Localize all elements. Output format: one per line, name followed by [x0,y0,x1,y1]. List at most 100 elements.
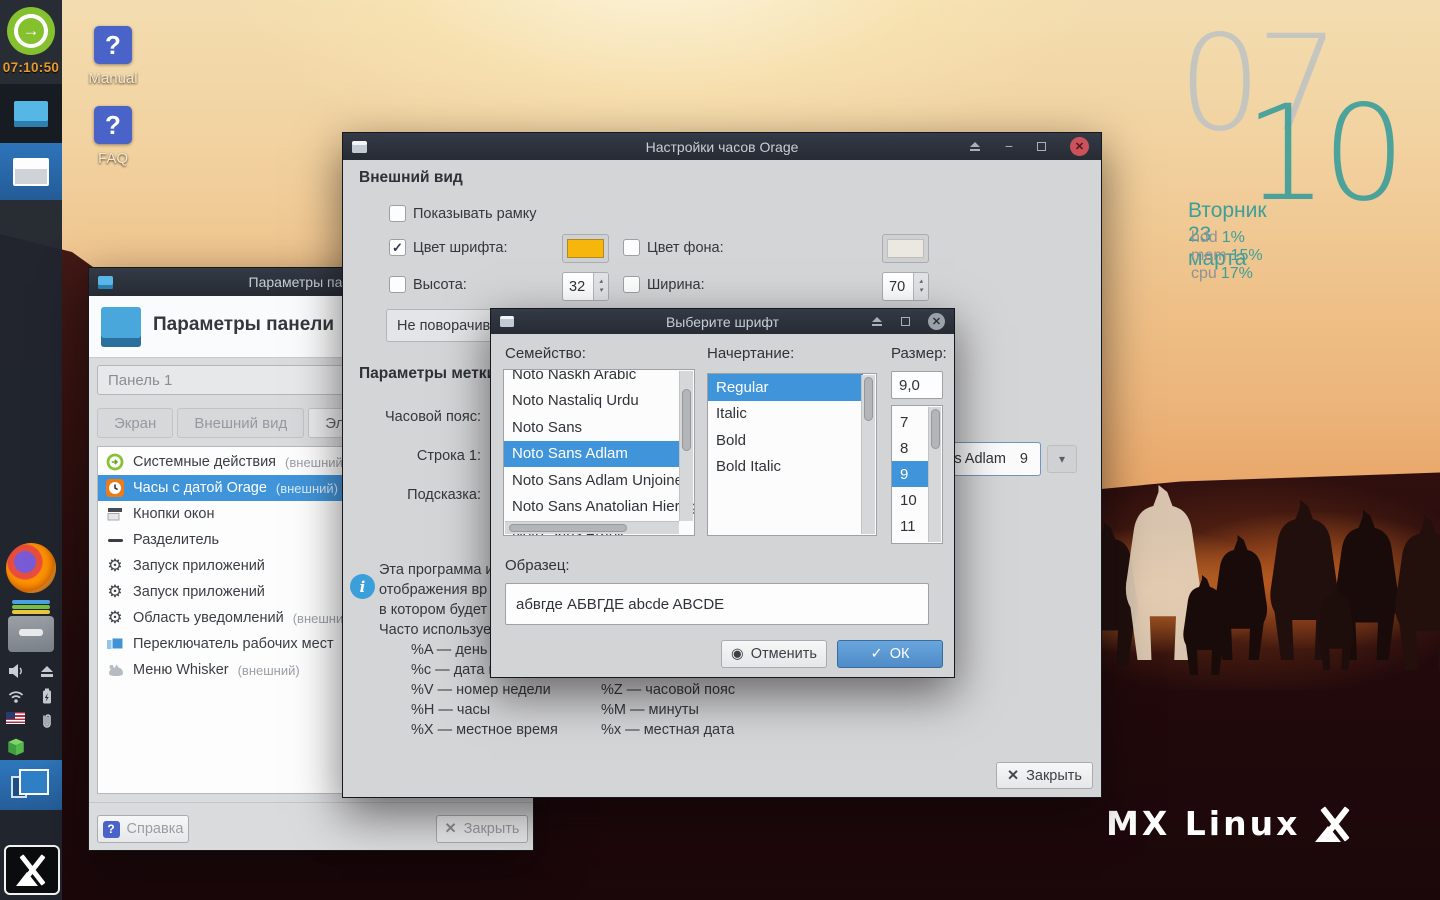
family-list: Noto Naskh Arabic Noto Nastaliq Urdu Not… [503,369,695,536]
keyboard-layout-us-flag-icon[interactable] [6,712,25,724]
item-suffix: (внешний) [285,455,347,470]
style-option[interactable]: Bold [708,427,863,454]
mx-logo-icon [15,854,49,886]
maximize-icon[interactable] [1037,142,1046,151]
panel-clock[interactable]: 07:10:50 [0,60,62,75]
shade-icon[interactable] [871,317,883,326]
titlebar-buttons: − ✕ [969,137,1089,156]
clipboard-paperclip-icon[interactable] [38,712,56,730]
vertical-scrollbar[interactable] [861,375,875,534]
bg-color-label: Цвет фона: [647,240,724,256]
minimize-icon[interactable]: − [1005,142,1013,151]
spin-arrows-icon[interactable]: ▴▾ [913,273,928,300]
style-option[interactable]: Bold Italic [708,454,863,481]
height-checkbox[interactable] [389,276,406,293]
style-label: Начертание: [707,345,794,362]
gear-icon: ⚙ [106,609,124,627]
maximize-icon[interactable] [901,317,910,326]
file-manager-icon[interactable] [8,600,54,654]
wifi-icon[interactable] [7,687,25,705]
size-option[interactable]: 7 [892,409,930,435]
family-option[interactable]: Noto Sans [504,414,680,441]
item-suffix: (внешний) [276,481,338,496]
size-option[interactable]: 8 [892,435,930,461]
close-icon[interactable]: ✕ [928,313,945,330]
size-input[interactable]: 9,0 [891,371,943,399]
size-option[interactable]: 10 [892,487,930,513]
bg-color-checkbox[interactable] [623,239,640,256]
mx-linux-logo: MX Linux [1106,804,1354,843]
question-icon: ? [103,821,120,838]
sample-text: абвгде АБВГДЕ abcde ABCDE [516,596,724,613]
window-icon [14,101,48,127]
radio-icon: ◉ [731,646,744,662]
close-button[interactable]: ✕ Закрыть [436,815,528,843]
system-actions-button[interactable]: → [7,7,55,55]
close-icon[interactable]: ✕ [1070,137,1089,156]
file-manager-tabs-decoration [8,600,54,616]
titlebar[interactable]: Выберите шрифт ✕ [491,309,954,334]
package-installer-icon[interactable] [6,737,26,757]
height-label: Высота: [413,277,467,293]
line1-label: Строка 1: [343,448,481,464]
family-option[interactable]: Noto Nastaliq Urdu [504,388,680,415]
family-option[interactable]: Noto Sans Adlam Unjoined [504,467,680,494]
tab-display[interactable]: Экран [97,408,173,438]
style-list: Regular Italic Bold Bold Italic [707,373,877,536]
task-button-active-window[interactable] [0,143,62,200]
horizontal-scrollbar[interactable] [505,521,679,534]
taskbar-panel: → 07:10:50 [0,0,62,900]
family-option[interactable]: Noto Sans Anatolian Hieroglyphs [504,494,680,521]
size-list: 7 8 9 10 11 [891,405,943,544]
workspace-switcher-icon [106,635,124,653]
font-color-checkbox[interactable] [389,239,406,256]
tab-appearance[interactable]: Внешний вид [177,408,304,438]
workspace-switcher-button[interactable] [0,760,62,810]
ok-button[interactable]: ✓ ОК [837,640,943,668]
width-checkbox[interactable] [623,276,640,293]
stat-value: 1% [1222,229,1245,246]
titlebar[interactable]: Настройки часов Orage − ✕ [343,133,1101,160]
desktop-icon-label: Manual [73,70,153,87]
desktop-icon-faq[interactable]: ? FAQ [73,106,153,167]
font-color-swatch-button[interactable] [562,234,609,263]
system-tray [0,662,62,757]
style-option[interactable]: Italic [708,401,863,428]
task-button-panel-prefs[interactable] [0,84,62,143]
close-button-label: Закрыть [464,821,520,837]
close-button[interactable]: ✕ Закрыть [996,762,1093,789]
font-dropdown-button[interactable]: ▾ [1047,445,1077,473]
item-label: Кнопки окон [133,506,215,522]
battery-icon[interactable] [38,687,56,705]
vertical-scrollbar[interactable] [928,407,941,542]
show-frame-checkbox[interactable] [389,205,406,222]
whisker-menu-button[interactable] [4,845,60,895]
vertical-scrollbar[interactable] [679,371,693,521]
shade-icon[interactable] [969,142,981,151]
panel-select-value: Панель 1 [108,372,172,389]
orage-clock-icon [106,479,124,497]
cancel-button[interactable]: ◉ Отменить [721,640,827,668]
tooltip-label: Подсказка: [343,487,481,503]
width-label: Ширина: [647,277,705,293]
size-option[interactable]: 11 [892,513,930,539]
width-spinbox[interactable]: 70 ▴▾ [882,272,929,301]
family-option-selected[interactable]: Noto Sans Adlam [504,441,680,468]
sample-text-field[interactable]: абвгде АБВГДЕ abcde ABCDE [505,583,929,625]
bg-color-swatch-button[interactable] [882,234,929,263]
stat-value: 15% [1231,247,1263,264]
desktop-icon-manual[interactable]: ? Manual [73,26,153,87]
height-spinbox[interactable]: 32 ▴▾ [562,272,609,301]
firefox-icon[interactable] [6,543,56,593]
item-label: Переключатель рабочих мест [133,636,334,652]
spin-arrows-icon[interactable]: ▴▾ [593,273,608,300]
size-option-selected[interactable]: 9 [892,461,930,487]
volume-icon[interactable] [7,662,25,680]
mx-logo-icon [1314,806,1354,842]
eject-icon[interactable] [38,662,56,680]
mx-linux-logo-text: MX Linux [1106,804,1300,843]
family-option[interactable]: Noto Naskh Arabic [504,369,680,388]
style-option-selected[interactable]: Regular [708,374,863,401]
help-button[interactable]: ? Справка [97,815,189,843]
arrow-right-icon: → [14,14,48,48]
